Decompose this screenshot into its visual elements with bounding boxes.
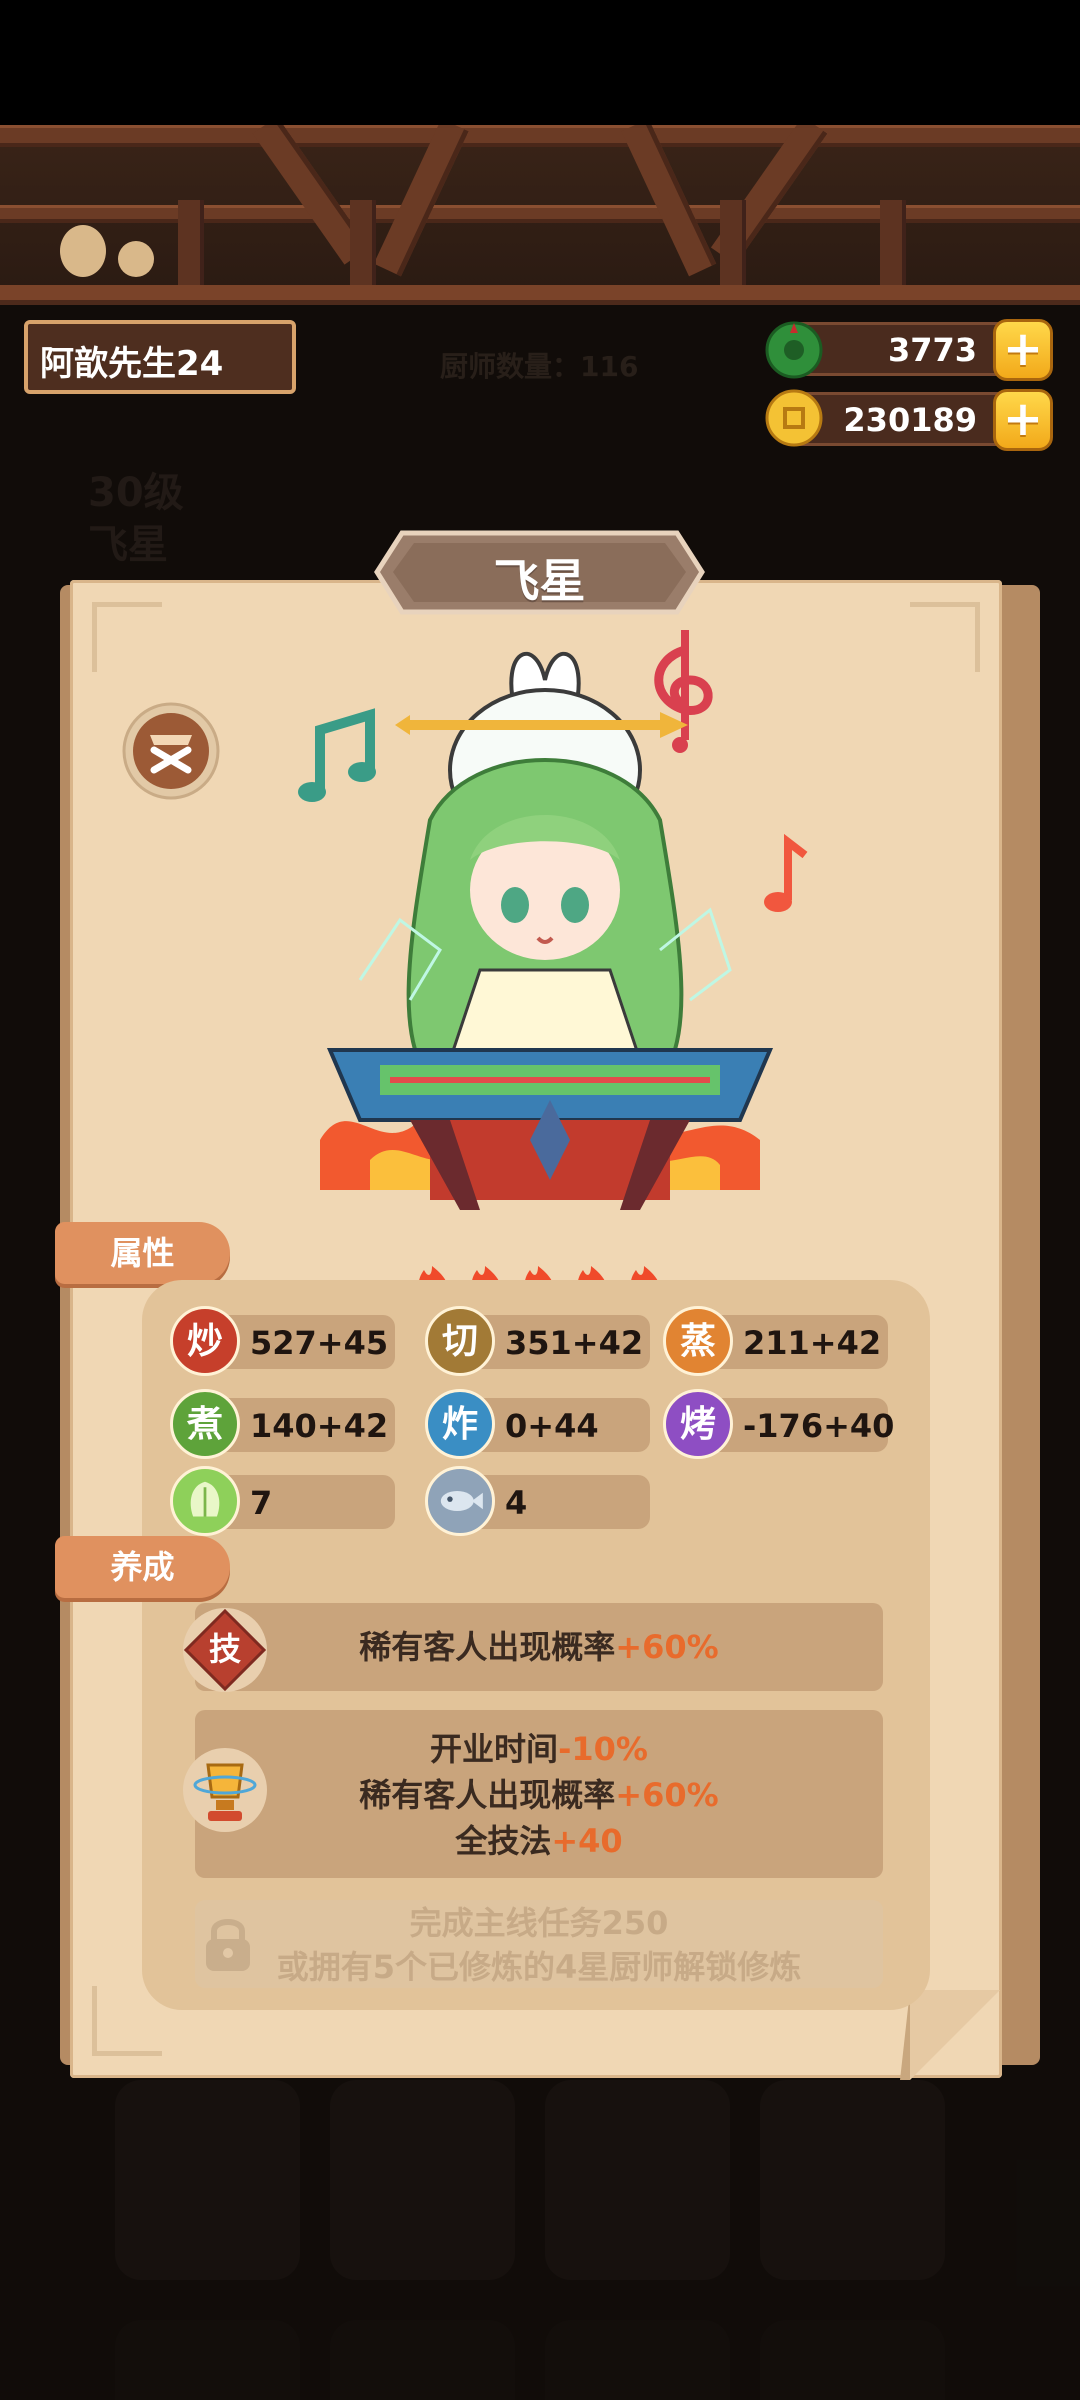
- locked-line-2: 或拥有5个已修炼的4星厨师解锁修炼: [276, 1948, 802, 1986]
- bonus-line-1: 开业时间-10%: [430, 1730, 648, 1768]
- chef-name: 飞星: [493, 554, 586, 608]
- stat-deep-fry: 炸 0+44: [425, 1389, 650, 1459]
- stat-boil: 煮 140+42: [170, 1389, 395, 1459]
- music-note-icon: [298, 708, 376, 802]
- stat-roast: 烤 -176+40: [663, 1389, 894, 1459]
- stat-stir-fry: 炒 527+45: [170, 1306, 395, 1376]
- status-bar-area: [0, 0, 1080, 125]
- chef-portrait: [298, 630, 808, 1210]
- stat-value: 351+42: [505, 1324, 644, 1362]
- bonus-line-2: 稀有客人出现概率+60%: [359, 1776, 719, 1814]
- coin-icon: [765, 389, 823, 447]
- roast-icon: 烤: [663, 1389, 733, 1459]
- jade-value: 3773: [887, 331, 977, 369]
- eighth-note-icon: [764, 833, 808, 912]
- steam-icon: 蒸: [663, 1306, 733, 1376]
- knife-badge-icon[interactable]: [120, 700, 222, 802]
- bonus-row: 开业时间-10% 稀有客人出现概率+60% 全技法+40: [195, 1710, 883, 1878]
- deep-fry-icon: 炸: [425, 1389, 495, 1459]
- chef-name-plate: 飞星: [372, 525, 707, 620]
- cut-icon: 切: [425, 1306, 495, 1376]
- jade-icon: [765, 321, 823, 379]
- coin-value: 230189: [843, 401, 977, 439]
- cabbage-icon: [170, 1466, 240, 1536]
- fish-icon: [425, 1466, 495, 1536]
- chick-icon: [118, 241, 154, 277]
- stat-value: -176+40: [743, 1407, 895, 1445]
- stat-value: 527+45: [250, 1324, 389, 1362]
- attributes-tab-label: 属性: [55, 1222, 230, 1284]
- coin-currency: 230189 +: [765, 389, 1053, 451]
- stat-steam: 蒸 211+42: [663, 1306, 888, 1376]
- stat-vegetable: 7: [170, 1466, 395, 1536]
- stat-value: 0+44: [505, 1407, 599, 1445]
- bonus-line-3: 全技法+40: [455, 1822, 623, 1860]
- stat-value: 211+42: [743, 1324, 882, 1362]
- add-coin-button[interactable]: +: [993, 389, 1053, 451]
- locked-line-1: 完成主线任务250: [409, 1904, 669, 1942]
- skill-row: 稀有客人出现概率+60%: [195, 1603, 883, 1691]
- stat-value: 7: [250, 1484, 273, 1522]
- stat-fish: 4: [425, 1466, 650, 1536]
- player-name[interactable]: 阿歆先生24: [24, 320, 296, 394]
- trophy-icon: [183, 1748, 267, 1832]
- boil-icon: 煮: [170, 1389, 240, 1459]
- skill-text: 稀有客人出现概率+60%: [359, 1628, 719, 1666]
- stat-cut: 切 351+42: [425, 1306, 650, 1376]
- stir-fry-icon: 炒: [170, 1306, 240, 1376]
- page-fold: [900, 1990, 1000, 2080]
- lock-icon: [206, 1919, 250, 1971]
- skill-icon-label: 技: [208, 1630, 241, 1668]
- jade-currency: 3773 +: [765, 319, 1053, 381]
- chick-icon: [60, 225, 106, 277]
- training-tab-label: 养成: [55, 1536, 230, 1598]
- roof-decoration: [0, 125, 1080, 305]
- stat-value: 140+42: [250, 1407, 389, 1445]
- locked-training-row: 完成主线任务250 或拥有5个已修炼的4星厨师解锁修炼: [195, 1900, 883, 1988]
- add-jade-button[interactable]: +: [993, 319, 1053, 381]
- stat-value: 4: [505, 1484, 528, 1522]
